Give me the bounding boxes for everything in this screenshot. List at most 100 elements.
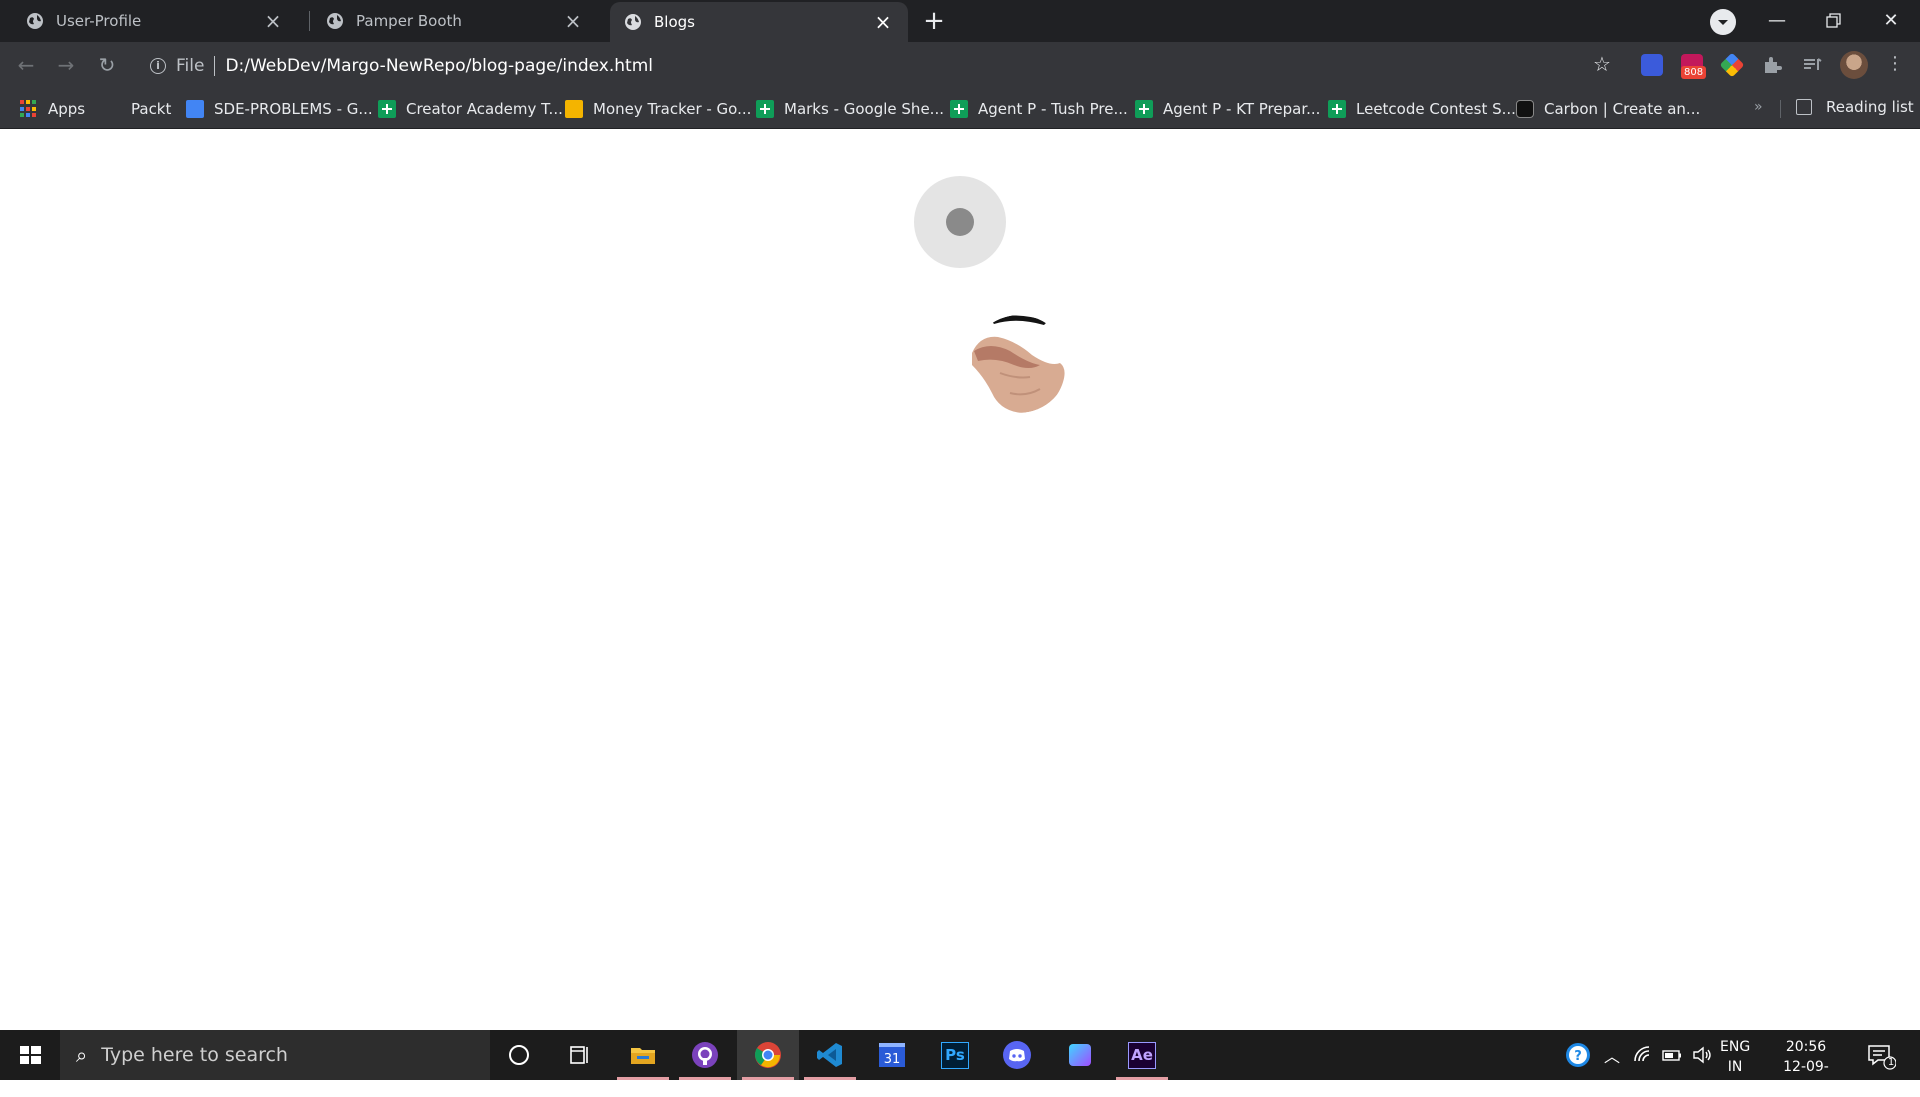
tab-strip: User-Profile × Pamper Booth × Blogs × + … [0, 0, 1920, 42]
taskbar-github-desktop[interactable] [674, 1030, 736, 1080]
close-tab-icon[interactable]: × [872, 11, 894, 33]
restore-icon [1826, 13, 1841, 28]
chevron-down-icon [1710, 9, 1736, 35]
bookmark-marks[interactable]: Marks - Google She... [756, 98, 944, 120]
taskbar-discord[interactable] [986, 1030, 1048, 1080]
folder-icon [631, 1048, 655, 1064]
tab-blogs[interactable]: Blogs × [610, 2, 908, 42]
tab-title: Blogs [654, 13, 695, 31]
address-bar[interactable]: i File D:/WebDev/Margo-NewRepo/blog-page… [138, 48, 1618, 84]
clock-date: 12-09-2021 [1783, 1059, 1829, 1095]
network-icon[interactable] [1630, 1030, 1656, 1080]
svg-text:?: ? [1574, 1049, 1582, 1064]
bookmark-apps[interactable]: Apps [20, 98, 85, 120]
system-clock[interactable]: 20:56 12-09-2021 [1766, 1037, 1846, 1097]
bookmark-agent-p-kt[interactable]: Agent P - KT Prepar... [1135, 98, 1320, 120]
sheets-icon [1328, 100, 1346, 118]
bookmark-label: Packt [131, 100, 172, 118]
bookmark-label: Marks - Google She... [784, 100, 944, 118]
hand-illustration [970, 315, 1068, 413]
globe-icon [625, 14, 641, 30]
tab-title: User-Profile [56, 12, 142, 30]
vscode-icon [817, 1043, 842, 1067]
calendar-icon: 31 [879, 1043, 905, 1067]
forward-button[interactable]: → [54, 53, 78, 77]
clock-time: 20:56 [1785, 1039, 1827, 1055]
taskbar-after-effects[interactable]: Ae [1111, 1030, 1173, 1080]
show-hidden-icons-chevron[interactable]: ︿ [1600, 1030, 1624, 1080]
search-icon: ⌕ [76, 1043, 88, 1067]
back-button[interactable]: ← [14, 53, 38, 77]
bookmark-carbon[interactable]: Carbon | Create an... [1516, 98, 1700, 120]
taskbar-chrome[interactable] [737, 1030, 799, 1080]
extension-badge: 808 [1681, 66, 1707, 79]
search-placeholder: Type here to search [101, 1044, 288, 1066]
taskbar-vscode[interactable] [799, 1030, 861, 1080]
battery-icon[interactable] [1659, 1030, 1685, 1080]
action-center-button[interactable]: 1 [1866, 1042, 1897, 1070]
bookmark-sde-problems[interactable]: SDE-PROBLEMS - G... [186, 98, 373, 120]
reload-button[interactable]: ↻ [95, 53, 119, 77]
start-button[interactable] [0, 1030, 60, 1080]
sheets-icon [950, 100, 968, 118]
bookmark-creator-academy[interactable]: Creator Academy T... [378, 98, 563, 120]
divider [214, 56, 216, 76]
divider [1780, 100, 1781, 118]
messenger-extension-icon[interactable] [1641, 54, 1663, 76]
after-effects-icon: Ae [1128, 1041, 1156, 1069]
url-text[interactable]: D:/WebDev/Margo-NewRepo/blog-page/index.… [225, 56, 653, 76]
info-icon[interactable]: i [150, 58, 166, 74]
tab-pamper-booth[interactable]: Pamper Booth × [300, 0, 598, 42]
page-viewport [0, 129, 1920, 1030]
language-code: ENG [1720, 1039, 1751, 1055]
reading-list-button[interactable]: Reading list [1796, 98, 1914, 116]
taskbar-search-box[interactable]: ⌕ Type here to search [60, 1030, 490, 1080]
taskbar-calendar[interactable]: 31 [861, 1030, 923, 1080]
sheets-icon [756, 100, 774, 118]
github-icon [692, 1042, 718, 1068]
hand-image [970, 315, 1068, 413]
color-picker-extension-icon[interactable] [1719, 52, 1745, 78]
bookmark-label: Leetcode Contest S... [1356, 100, 1516, 118]
chrome-icon [755, 1042, 781, 1068]
windows-taskbar: ⌕ Type here to search 31 Ps Ae ? ︿ ENG I… [0, 1030, 1920, 1095]
close-tab-icon[interactable]: × [562, 10, 584, 32]
help-tray-icon[interactable]: ? [1562, 1030, 1594, 1080]
bookmarks-bar: Apps Packt SDE-PROBLEMS - G... Creator A… [0, 88, 1920, 129]
profile-avatar[interactable] [1840, 51, 1868, 79]
bookmark-packt[interactable]: Packt [131, 98, 171, 120]
bookmark-label: Agent P - Tush Pre... [978, 100, 1128, 118]
sheets-icon [378, 100, 396, 118]
media-control-icon[interactable] [1801, 54, 1823, 76]
close-tab-icon[interactable]: × [262, 10, 284, 32]
tab-user-profile[interactable]: User-Profile × [0, 0, 298, 42]
close-window-button[interactable]: ✕ [1876, 6, 1906, 36]
bookmark-money-tracker[interactable]: Money Tracker - Go... [565, 98, 751, 120]
taskbar-app-tile[interactable] [1049, 1030, 1111, 1080]
task-view-button[interactable] [549, 1030, 611, 1080]
task-view-icon [570, 1046, 588, 1064]
input-language-indicator[interactable]: ENG IN [1720, 1037, 1750, 1077]
browser-toolbar: ← → ↻ i File D:/WebDev/Margo-NewRepo/blo… [0, 42, 1920, 88]
bookmark-agent-p-tush[interactable]: Agent P - Tush Pre... [950, 98, 1128, 120]
bookmark-star-icon[interactable]: ☆ [1590, 52, 1614, 76]
bookmarks-overflow-chevron[interactable]: » [1754, 99, 1763, 115]
tab-search-button[interactable] [1710, 9, 1736, 35]
docs-icon [186, 100, 204, 118]
carbon-icon [1516, 100, 1534, 118]
restore-button[interactable] [1818, 6, 1848, 36]
apps-grid-icon [20, 100, 38, 118]
windows-logo-icon [20, 1046, 41, 1064]
reading-list-label: Reading list [1826, 98, 1914, 116]
bookmark-label: Money Tracker - Go... [593, 100, 752, 118]
new-tab-button[interactable]: + [920, 8, 948, 34]
menu-kebab-icon[interactable]: ⋮ [1886, 53, 1904, 74]
cortana-button[interactable] [488, 1030, 550, 1080]
volume-icon[interactable] [1688, 1030, 1716, 1080]
taskbar-file-explorer[interactable] [612, 1030, 674, 1080]
puzzle-icon[interactable] [1761, 54, 1783, 76]
bookmark-leetcode-contest[interactable]: Leetcode Contest S... [1328, 98, 1516, 120]
taskbar-photoshop[interactable]: Ps [924, 1030, 986, 1080]
minimize-button[interactable]: — [1762, 6, 1792, 36]
custom-cursor-dot [946, 208, 974, 236]
